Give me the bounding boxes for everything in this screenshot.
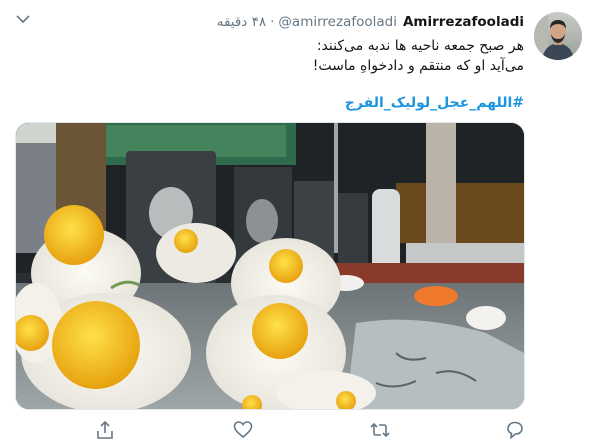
avatar[interactable]: [534, 12, 582, 60]
tweet-photo[interactable]: [15, 122, 525, 410]
retweet-icon[interactable]: [369, 420, 390, 440]
tweet-text-line: می‌آید او که منتقم و دادخواهِ ماست!: [312, 58, 524, 74]
tweet-card: ۴۸ دقیقه · @amirrezafooladi Amirrezafool…: [0, 0, 597, 446]
chevron-down-icon[interactable]: [14, 12, 32, 26]
header-separator: ·: [270, 14, 275, 30]
display-name[interactable]: Amirrezafooladi: [403, 14, 524, 30]
heart-icon[interactable]: [233, 420, 253, 440]
tweet-header: ۴۸ دقیقه · @amirrezafooladi Amirrezafool…: [217, 12, 524, 32]
hashtag-link[interactable]: #اللهم_عجل_لولیک_الفرج: [345, 95, 524, 111]
reply-icon[interactable]: [505, 420, 525, 440]
tweet-text: هر صبح جمعه ناحیه ها ندبه می‌کنند: می‌آی…: [84, 36, 524, 76]
tweet-timestamp[interactable]: ۴۸ دقیقه: [217, 14, 266, 30]
tweet-text-line: هر صبح جمعه ناحیه ها ندبه می‌کنند:: [316, 38, 524, 54]
user-handle[interactable]: @amirrezafooladi: [278, 14, 397, 30]
share-icon[interactable]: [95, 420, 115, 440]
